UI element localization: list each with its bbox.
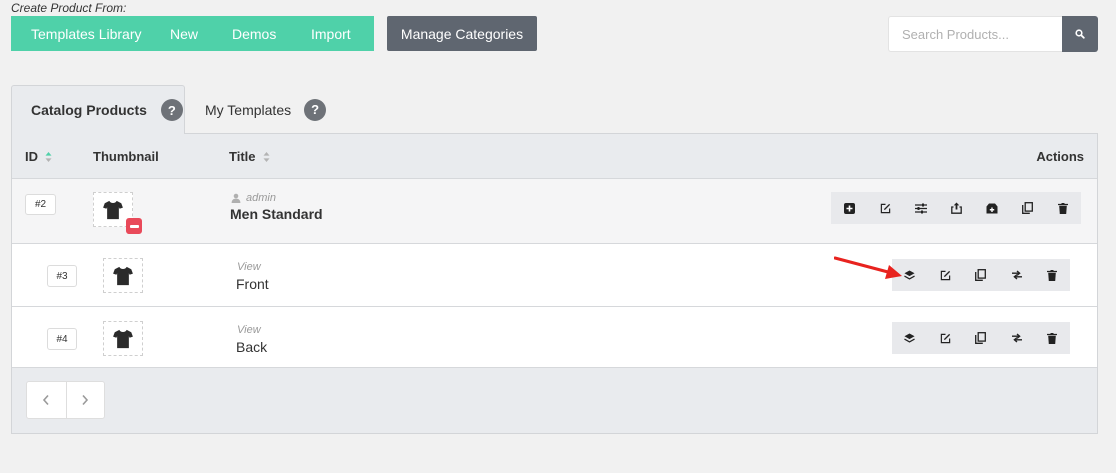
view-meta-label: View <box>237 324 261 336</box>
search-bar <box>888 16 1098 52</box>
view-thumbnail[interactable] <box>103 258 143 293</box>
copy-icon <box>975 269 987 281</box>
user-icon <box>231 193 241 203</box>
search-input[interactable] <box>888 16 1062 52</box>
trash-icon <box>1047 332 1058 344</box>
delete-button[interactable] <box>1045 192 1081 224</box>
plus-square-icon <box>844 202 856 214</box>
tshirt-icon <box>113 266 133 285</box>
exchange-icon <box>1011 333 1022 343</box>
help-icon[interactable]: ? <box>304 98 327 121</box>
prev-page-button[interactable] <box>27 382 66 418</box>
sort-icon[interactable] <box>45 151 52 162</box>
edit-button[interactable] <box>928 322 964 354</box>
view-thumbnail[interactable] <box>103 321 143 356</box>
products-panel: ID Thumbnail Title Actions #2 admin Men … <box>11 133 1098 434</box>
manage-categories-button[interactable]: Manage Categories <box>387 16 537 51</box>
view-actions <box>892 259 1070 291</box>
trash-icon <box>1047 269 1058 281</box>
trash-icon <box>1058 202 1069 214</box>
add-view-button[interactable] <box>832 192 868 224</box>
table-row-view: #3 View Front <box>12 244 1097 307</box>
create-product-label: Create Product From: <box>11 1 127 15</box>
edit-icon <box>880 203 891 213</box>
view-actions <box>892 322 1070 354</box>
layers-icon <box>904 332 916 343</box>
tab-catalog-products-label: Catalog Products <box>31 102 147 118</box>
save-template-button[interactable] <box>974 192 1010 224</box>
export-button[interactable] <box>939 192 975 224</box>
layers-button[interactable] <box>892 322 928 354</box>
column-title-label: Title <box>229 149 256 164</box>
export-icon <box>951 202 962 214</box>
settings-button[interactable] <box>903 192 939 224</box>
tshirt-icon <box>103 200 123 219</box>
tab-my-templates[interactable]: My Templates ? <box>186 85 346 134</box>
box-plus-icon <box>986 203 998 213</box>
view-title: Front <box>236 276 269 292</box>
new-button[interactable]: New <box>156 16 222 51</box>
copy-icon <box>975 332 987 344</box>
pagination <box>26 381 105 419</box>
search-button[interactable] <box>1062 16 1098 52</box>
edit-button[interactable] <box>868 192 904 224</box>
column-title-header[interactable]: Title <box>229 134 270 179</box>
demos-button[interactable]: Demos <box>222 16 302 51</box>
templates-library-button[interactable]: Templates Library <box>11 16 156 51</box>
tshirt-icon <box>113 329 133 348</box>
duplicate-button[interactable] <box>963 322 999 354</box>
tab-my-templates-label: My Templates <box>205 101 292 118</box>
id-badge: #2 <box>25 194 56 215</box>
next-page-button[interactable] <box>65 382 105 418</box>
exchange-icon <box>1011 270 1022 280</box>
view-title: Back <box>236 339 268 355</box>
copy-icon <box>1022 202 1034 214</box>
remove-product-button[interactable] <box>126 218 142 234</box>
edit-icon <box>940 333 951 343</box>
import-button[interactable]: Import <box>302 16 374 51</box>
delete-button[interactable] <box>1034 322 1070 354</box>
column-thumbnail-header: Thumbnail <box>93 149 159 164</box>
view-meta-label: View <box>237 261 261 273</box>
column-id-header[interactable]: ID <box>25 134 52 179</box>
edit-button[interactable] <box>928 259 964 291</box>
column-actions-header: Actions <box>1036 149 1084 164</box>
table-header: ID Thumbnail Title Actions <box>12 134 1097 179</box>
product-title: Men Standard <box>230 206 323 222</box>
id-badge: #3 <box>47 265 77 287</box>
duplicate-button[interactable] <box>1010 192 1046 224</box>
table-row-view: #4 View Back <box>12 307 1097 368</box>
sort-icon[interactable] <box>263 151 270 162</box>
chevron-left-icon <box>43 394 49 406</box>
column-id-label: ID <box>25 149 38 164</box>
search-icon <box>1075 29 1085 39</box>
author-name: admin <box>246 192 276 204</box>
id-badge: #4 <box>47 328 77 350</box>
sliders-icon <box>914 203 927 213</box>
product-actions <box>831 192 1081 224</box>
move-button[interactable] <box>999 322 1035 354</box>
red-arrow-annotation <box>834 256 902 279</box>
duplicate-button[interactable] <box>963 259 999 291</box>
layers-icon <box>904 269 916 280</box>
table-row-product: #2 admin Men Standard <box>12 179 1097 244</box>
delete-button[interactable] <box>1034 259 1070 291</box>
edit-icon <box>940 270 951 280</box>
help-icon[interactable]: ? <box>160 99 183 121</box>
move-button[interactable] <box>999 259 1035 291</box>
product-author: admin <box>231 192 276 204</box>
create-product-button-group: Templates Library New Demos Import <box>11 16 374 51</box>
tab-catalog-products[interactable]: Catalog Products ? <box>11 85 185 134</box>
chevron-right-icon <box>82 394 89 406</box>
